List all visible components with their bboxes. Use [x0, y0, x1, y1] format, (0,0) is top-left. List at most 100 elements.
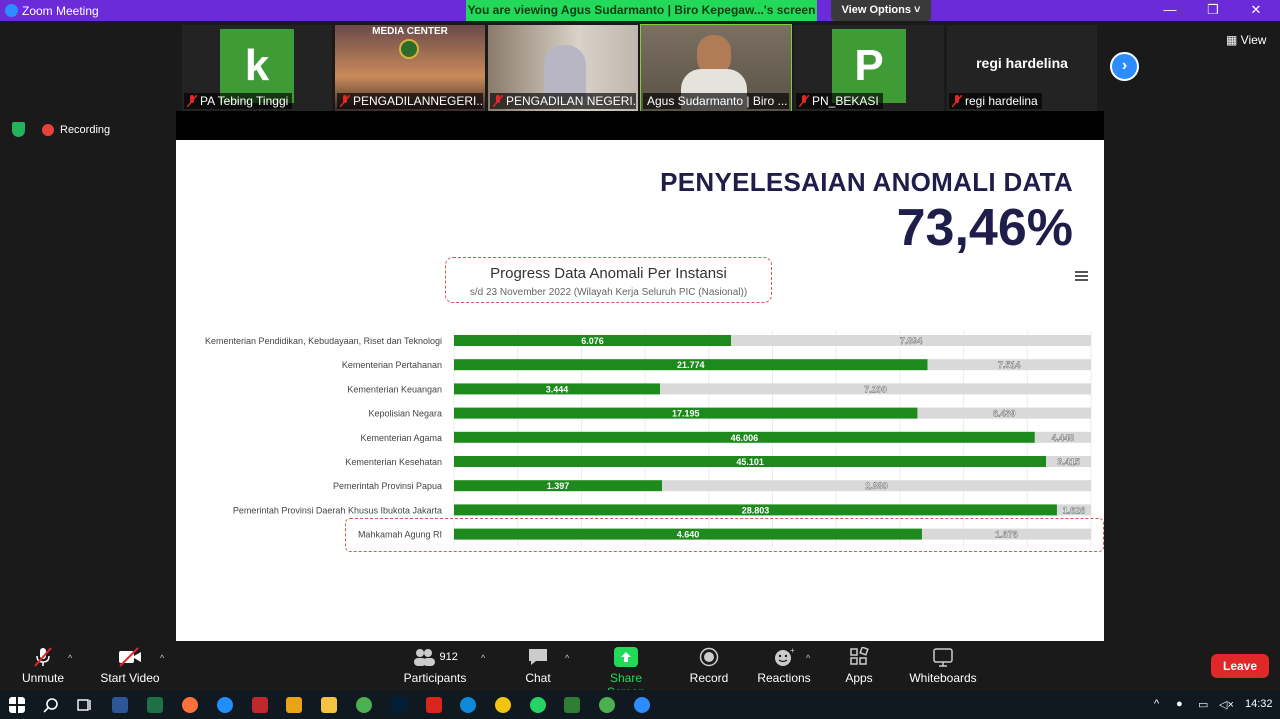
task-view-icon[interactable] — [77, 697, 93, 713]
encryption-shield-icon[interactable] — [12, 122, 25, 137]
file-explorer-icon[interactable] — [321, 697, 337, 713]
participants-icon — [414, 649, 436, 666]
participant-tile[interactable]: regi hardelina regi hardelina — [947, 25, 1097, 111]
category-label: Kementerian Keuangan — [347, 384, 442, 394]
app-icon[interactable] — [495, 697, 511, 713]
participant-name: Agus Sudarmanto | Biro ... — [647, 94, 788, 108]
caret-up-icon[interactable]: ^ — [806, 653, 810, 663]
participant-name: PENGADILAN NEGERI... — [506, 94, 636, 108]
record-icon — [699, 647, 719, 667]
category-label: Kementerian Pendidikan, Kebudayaan, Rise… — [205, 336, 442, 346]
caret-up-icon[interactable]: ^ — [160, 653, 164, 663]
data-label-done: 46.006 — [731, 433, 759, 443]
next-page-arrow-icon[interactable]: › — [1110, 52, 1139, 81]
data-label-remaining: 4.448 — [1052, 433, 1075, 443]
zoom-app-icon — [5, 4, 18, 17]
acrobat-icon[interactable] — [426, 697, 442, 713]
view-button[interactable]: ▦ View — [1226, 33, 1266, 47]
windows-start-icon[interactable] — [9, 697, 25, 713]
meeting-stage: k PA Tebing Tinggi MEDIA CENTER PENGADIL… — [0, 21, 1280, 641]
data-label-done: 45.101 — [736, 457, 764, 467]
clock[interactable]: 14:32 — [1245, 698, 1273, 710]
chevron-up-icon[interactable]: ^ — [1154, 698, 1159, 710]
grid-icon: ▦ — [1226, 33, 1241, 47]
participant-tile[interactable]: k PA Tebing Tinggi — [182, 25, 332, 111]
app-icon[interactable] — [252, 697, 268, 713]
meeting-toolbar: Unmute ^ Start Video ^ 912 Participants … — [0, 641, 1280, 699]
restore-icon[interactable]: ❐ — [1198, 2, 1228, 18]
whatsapp-icon[interactable] — [530, 697, 546, 713]
shared-screen-top-bar — [176, 111, 1104, 141]
avatar: k — [220, 29, 294, 103]
mic-muted-icon — [34, 647, 52, 667]
app-icon[interactable] — [286, 697, 302, 713]
data-label-done: 3.444 — [546, 384, 569, 394]
mic-muted-icon — [340, 95, 350, 107]
participants-button[interactable]: 912 Participants — [403, 647, 467, 685]
unmute-button[interactable]: Unmute — [22, 647, 64, 685]
data-label-done: 28.803 — [742, 505, 770, 515]
participant-name: PENGADILANNEGERI... — [353, 94, 483, 108]
microphone-icon[interactable]: ● — [1176, 698, 1183, 710]
participant-name: PN_BEKASI — [812, 94, 879, 108]
caret-up-icon[interactable]: ^ — [68, 653, 72, 663]
data-label-done: 17.195 — [672, 409, 700, 419]
browser-icon[interactable] — [217, 697, 233, 713]
video-off-icon — [119, 647, 141, 667]
participant-name: PA Tebing Tinggi — [200, 94, 289, 108]
shared-slide: PENYELESAIAN ANOMALI DATA 73,46% Progres… — [176, 140, 1104, 641]
category-label: Kepolisian Negara — [368, 409, 442, 419]
viewing-banner: You are viewing Agus Sudarmanto | Biro K… — [466, 0, 817, 21]
category-label: Kementerian Kesehatan — [345, 457, 442, 467]
leave-button[interactable]: Leave — [1211, 654, 1269, 678]
participant-name: regi hardelina — [965, 94, 1038, 108]
chrome-icon[interactable] — [599, 697, 615, 713]
caret-up-icon[interactable]: ^ — [481, 653, 485, 663]
apps-button[interactable]: Apps — [843, 647, 875, 685]
data-label-remaining: 6.439 — [993, 409, 1016, 419]
view-options-button[interactable]: View Options ˅ — [831, 0, 931, 21]
window-title: Zoom Meeting — [22, 4, 99, 18]
participant-tile[interactable]: PENGADILAN NEGERI... — [488, 25, 638, 111]
minimize-icon[interactable]: — — [1155, 2, 1185, 17]
edge-icon[interactable] — [460, 697, 476, 713]
share-screen-icon — [614, 647, 638, 667]
category-label: Pemerintah Provinsi Papua — [333, 481, 442, 491]
mic-muted-icon — [493, 95, 503, 107]
title-bar: Zoom Meeting You are viewing Agus Sudarm… — [0, 0, 1280, 21]
caret-up-icon[interactable]: ^ — [565, 653, 569, 663]
search-icon[interactable] — [43, 697, 59, 713]
windows-taskbar: ^ ● ▭ ◁× 14:32 — [0, 690, 1280, 719]
data-label-remaining: 2.880 — [865, 481, 888, 491]
close-icon[interactable]: ✕ — [1241, 2, 1271, 18]
chrome-icon[interactable] — [356, 697, 372, 713]
category-label: Kementerian Pertahanan — [342, 360, 442, 370]
participant-count: 912 — [439, 651, 458, 663]
chat-button[interactable]: Chat — [522, 647, 554, 685]
whiteboards-button[interactable]: Whiteboards — [909, 647, 977, 685]
speaker-muted-icon[interactable]: ◁× — [1219, 698, 1234, 711]
data-label-remaining: 7.894 — [900, 336, 923, 346]
start-video-button[interactable]: Start Video — [100, 647, 160, 685]
record-button[interactable]: Record — [688, 647, 730, 685]
data-label-remaining: 7.514 — [998, 360, 1021, 370]
court-logo — [399, 39, 419, 59]
data-label-done: 1.397 — [547, 481, 570, 491]
participant-tile[interactable]: P PN_BEKASI — [794, 25, 944, 111]
photoshop-icon[interactable] — [391, 697, 407, 713]
firefox-icon[interactable] — [182, 697, 198, 713]
zoom-taskbar-icon[interactable] — [634, 697, 650, 713]
recording-icon — [42, 124, 54, 136]
bar-chart: Kementerian Pendidikan, Kebudayaan, Rise… — [205, 331, 1092, 547]
word-icon[interactable] — [112, 697, 128, 713]
mic-muted-icon — [799, 95, 809, 107]
participant-tile[interactable]: MEDIA CENTER PENGADILANNEGERI... — [335, 25, 485, 111]
data-label-done: 6.076 — [581, 336, 604, 346]
data-label-remaining: 7.200 — [864, 384, 887, 394]
reactions-button[interactable]: + Reactions — [757, 647, 811, 685]
battery-icon[interactable]: ▭ — [1198, 698, 1208, 711]
participant-tile-active-speaker[interactable]: Agus Sudarmanto | Biro ... — [640, 24, 792, 112]
app-icon[interactable] — [564, 697, 580, 713]
media-center-label: MEDIA CENTER — [372, 26, 448, 37]
excel-icon[interactable] — [147, 697, 163, 713]
